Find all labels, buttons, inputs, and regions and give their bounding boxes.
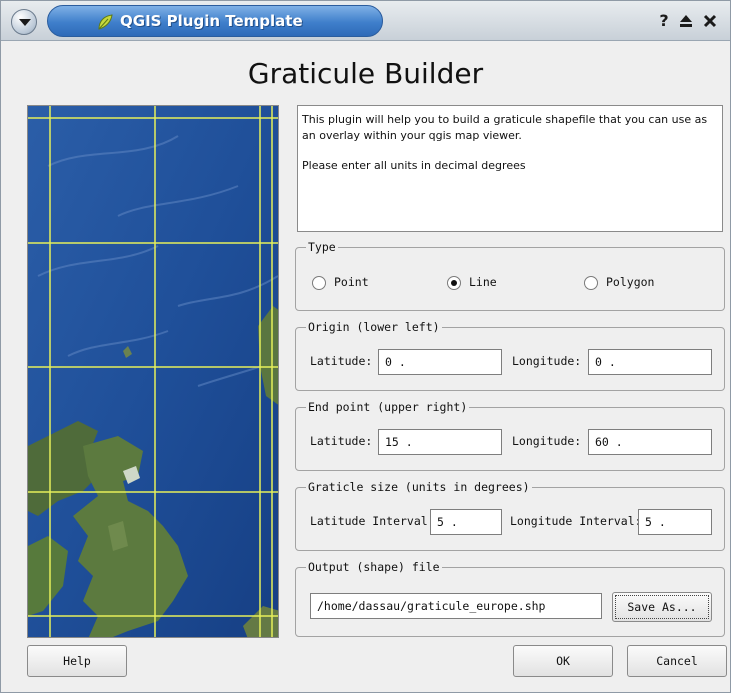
origin-longitude-label: Longitude: bbox=[512, 354, 582, 368]
description-line-2: Please enter all units in decimal degree… bbox=[302, 159, 526, 172]
dialog-window: QGIS Plugin Template ? Graticule Builder bbox=[0, 0, 731, 693]
endpoint-group: End point (upper right) Latitude: 15 . L… bbox=[295, 400, 725, 471]
output-group-title: Output (shape) file bbox=[306, 560, 442, 574]
description-text[interactable]: This plugin will help you to build a gra… bbox=[297, 105, 723, 232]
radio-point[interactable] bbox=[312, 276, 326, 290]
graticule-size-group: Graticle size (units in degrees) Latitud… bbox=[295, 480, 725, 551]
title-bar[interactable]: QGIS Plugin Template ? bbox=[1, 1, 730, 41]
latitude-interval-label: Latitude Interval: bbox=[310, 514, 435, 528]
radio-line[interactable] bbox=[447, 276, 461, 290]
title-tab: QGIS Plugin Template bbox=[47, 5, 383, 37]
type-group-title: Type bbox=[306, 240, 338, 254]
help-button[interactable]: Help bbox=[27, 645, 127, 677]
question-mark-icon[interactable]: ? bbox=[655, 12, 673, 30]
endpoint-group-title: End point (upper right) bbox=[306, 400, 470, 414]
dialog-heading: Graticule Builder bbox=[247, 57, 484, 90]
radio-polygon[interactable] bbox=[584, 276, 598, 290]
output-path-input[interactable]: /home/dassau/graticule_europe.shp bbox=[310, 593, 602, 619]
save-as-button[interactable]: Save As... bbox=[612, 592, 712, 622]
ok-button[interactable]: OK bbox=[513, 645, 613, 677]
origin-latitude-label: Latitude: bbox=[310, 354, 373, 368]
endpoint-longitude-label: Longitude: bbox=[512, 434, 582, 448]
origin-group: Origin (lower left) Latitude: 0 . Longit… bbox=[295, 320, 725, 391]
origin-group-title: Origin (lower left) bbox=[306, 320, 442, 334]
cancel-button[interactable]: Cancel bbox=[627, 645, 727, 677]
map-image bbox=[27, 105, 279, 638]
window-title: QGIS Plugin Template bbox=[120, 12, 303, 30]
endpoint-latitude-label: Latitude: bbox=[310, 434, 373, 448]
qgis-leaf-icon bbox=[98, 14, 113, 30]
close-icon[interactable] bbox=[701, 12, 719, 30]
output-group: Output (shape) file /home/dassau/graticu… bbox=[295, 560, 725, 637]
origin-longitude-input[interactable]: 0 . bbox=[588, 349, 712, 375]
chevron-down-icon bbox=[19, 19, 31, 26]
maximize-icon[interactable] bbox=[677, 12, 695, 30]
radio-point-label: Point bbox=[334, 275, 369, 289]
endpoint-longitude-input[interactable]: 60 . bbox=[588, 429, 712, 455]
longitude-interval-input[interactable]: 5 . bbox=[638, 509, 712, 535]
endpoint-latitude-input[interactable]: 15 . bbox=[378, 429, 502, 455]
radio-polygon-label: Polygon bbox=[606, 275, 655, 289]
graticule-size-group-title: Graticle size (units in degrees) bbox=[306, 480, 532, 494]
radio-line-label: Line bbox=[469, 275, 497, 289]
type-group: Type Point Line Polygon bbox=[295, 240, 725, 311]
latitude-interval-input[interactable]: 5 . bbox=[430, 509, 502, 535]
description-line-1: This plugin will help you to build a gra… bbox=[302, 113, 708, 142]
origin-latitude-input[interactable]: 0 . bbox=[378, 349, 502, 375]
longitude-interval-label: Longitude Interval: bbox=[510, 514, 642, 528]
window-menu-button[interactable] bbox=[11, 9, 37, 35]
